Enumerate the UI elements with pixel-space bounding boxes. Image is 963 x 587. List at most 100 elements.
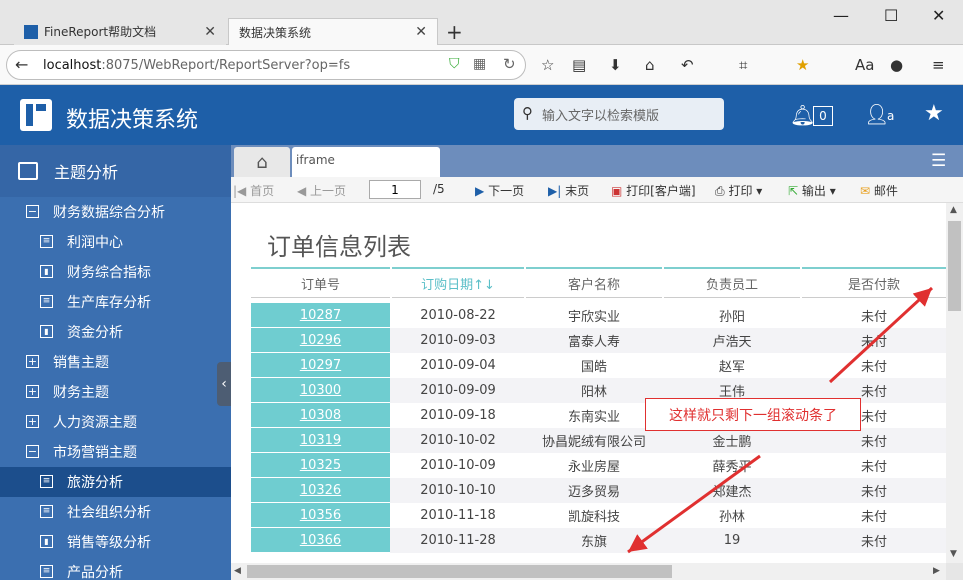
mail-button[interactable]: ✉ 邮件 xyxy=(860,182,898,199)
close-tab-icon[interactable]: ✕ xyxy=(415,24,427,40)
sidebar-item[interactable]: + 人力资源主题 xyxy=(0,407,231,437)
col-header-order-date[interactable]: 订购日期↑↓ xyxy=(392,267,524,298)
print-client-button[interactable]: ▣ 打印[客户端] xyxy=(611,182,696,199)
finereport-logo-icon xyxy=(20,99,52,131)
scroll-left-arrow-icon[interactable]: ◀ xyxy=(234,566,241,576)
order-id-link[interactable]: 10287 xyxy=(251,303,390,328)
qr-code-icon[interactable]: ▦ xyxy=(473,56,486,72)
order-date-cell: 2010-08-22 xyxy=(420,308,496,323)
expand-plus-icon: + xyxy=(26,385,39,398)
sidebar-item[interactable]: ▮ 资金分析 xyxy=(0,317,231,347)
reload-icon[interactable]: ↻ xyxy=(503,55,516,73)
horizontal-scroll-thumb[interactable] xyxy=(247,565,672,578)
prev-page-button[interactable]: ◀ 上一页 xyxy=(297,182,346,199)
close-window-button[interactable]: ✕ xyxy=(932,6,945,25)
mail-icon: ✉ xyxy=(860,184,871,198)
home-tab[interactable]: ⌂ xyxy=(234,147,290,177)
sidebar-item-label: 销售主题 xyxy=(53,355,109,371)
browser-tab-help[interactable]: FineReport帮助文档 ✕ xyxy=(14,18,226,45)
template-search-input[interactable]: ⚲ 输入文字以检索模版 xyxy=(514,98,724,130)
order-id-link[interactable]: 10356 xyxy=(251,503,390,528)
sidebar-item-label: 财务主题 xyxy=(53,385,109,401)
first-page-label: 首页 xyxy=(250,184,275,198)
sidebar-item[interactable]: + 财务主题 xyxy=(0,377,231,407)
sidebar-item[interactable]: ≡ 旅游分析 xyxy=(0,467,231,497)
sidebar-item[interactable]: ≡ 社会组织分析 xyxy=(0,497,231,527)
maximize-button[interactable]: ☐ xyxy=(884,6,898,25)
table-row: 10356 2010-11-18 凯旋科技 孙林 未付 xyxy=(251,503,946,528)
crop-icon[interactable]: ⌗ xyxy=(739,56,747,74)
horizontal-scrollbar[interactable]: ◀ ▶ xyxy=(231,563,946,580)
next-page-button[interactable]: ▶ 下一页 xyxy=(475,182,524,199)
search-icon: ⚲ xyxy=(522,104,533,122)
minimize-button[interactable]: — xyxy=(833,6,849,25)
scroll-right-arrow-icon[interactable]: ▶ xyxy=(933,566,940,576)
scroll-down-arrow-icon[interactable]: ▼ xyxy=(950,549,957,559)
translate-icon[interactable]: Aa xyxy=(855,56,874,74)
sidebar-item[interactable]: ▮ 财务综合指标 xyxy=(0,257,231,287)
export-button[interactable]: ⇱ 输出 ▾ xyxy=(788,182,836,199)
sidebar-item-label: 财务综合指标 xyxy=(67,265,151,281)
menu-icon[interactable]: ≡ xyxy=(932,56,945,74)
order-id-link[interactable]: 10319 xyxy=(251,428,390,453)
sidebar-item[interactable]: ▮ 销售等级分析 xyxy=(0,527,231,557)
page-number-input[interactable] xyxy=(369,180,421,199)
sidebar-item[interactable]: − 市场营销主题 xyxy=(0,437,231,467)
order-id-link[interactable]: 10297 xyxy=(251,353,390,378)
sidebar-item[interactable]: ≡ 产品分析 xyxy=(0,557,231,587)
order-id-link[interactable]: 10325 xyxy=(251,453,390,478)
user-name[interactable]: a xyxy=(887,109,894,123)
favorite-star-icon[interactable]: ★ xyxy=(924,101,944,126)
user-icon[interactable]: 👤︎ xyxy=(864,102,889,126)
sidebar-item-label: 销售等级分析 xyxy=(67,535,151,551)
sidebar-item[interactable]: ≡ 生产库存分析 xyxy=(0,287,231,317)
home-icon[interactable]: ⌂ xyxy=(645,56,655,74)
close-tab-icon[interactable]: ✕ xyxy=(204,24,216,40)
employee-cell: 孙林 xyxy=(718,510,745,525)
vertical-scroll-thumb[interactable] xyxy=(948,221,961,311)
reader-icon[interactable]: ▤ xyxy=(572,56,586,74)
scroll-up-arrow-icon[interactable]: ▲ xyxy=(950,205,957,215)
sidebar-item[interactable]: ≡ 利润中心 xyxy=(0,227,231,257)
bell-icon[interactable]: 🔔︎ xyxy=(790,103,815,127)
report-list-icon xyxy=(18,162,38,180)
tab-title: 数据决策系统 xyxy=(239,25,312,40)
sidebar-item[interactable]: − 财务数据综合分析 xyxy=(0,197,231,227)
new-tab-icon[interactable]: + xyxy=(446,20,463,44)
order-id-link[interactable]: 10326 xyxy=(251,478,390,503)
report-icon: ≡ xyxy=(40,235,53,248)
table-row: 10326 2010-10-10 迈多贸易 郑建杰 未付 xyxy=(251,478,946,503)
order-id-link[interactable]: 10296 xyxy=(251,328,390,353)
favorites-icon[interactable]: ★ xyxy=(796,56,809,74)
shield-icon[interactable]: ⛉ xyxy=(449,56,460,72)
sidebar-item[interactable]: + 销售主题 xyxy=(0,347,231,377)
notification-count-badge[interactable]: 0 xyxy=(813,106,833,126)
order-id-link[interactable]: 10366 xyxy=(251,528,390,553)
print-button[interactable]: ⎙ 打印 ▾ xyxy=(715,182,762,199)
report-area: 订单信息列表 订单号 订购日期↑↓ 客户名称 负责员工 是否付款 10287 20… xyxy=(231,203,946,563)
tab-iframe[interactable]: iframe xyxy=(292,147,440,177)
undo-icon[interactable]: ↶ xyxy=(681,56,694,74)
hamburger-menu-icon[interactable]: ☰ xyxy=(931,151,946,171)
paid-status-cell: 未付 xyxy=(860,335,887,350)
employee-cell: 孙阳 xyxy=(718,310,745,325)
bookmark-star-icon[interactable]: ☆ xyxy=(541,56,554,74)
back-icon[interactable]: ← xyxy=(15,55,28,74)
collapse-sidebar-button[interactable]: ‹ xyxy=(217,362,231,406)
table-row: 10325 2010-10-09 永业房屋 薛秀平 未付 xyxy=(251,453,946,478)
app-title: 数据决策系统 xyxy=(66,108,199,133)
url-input[interactable]: ← localhost:8075/WebReport/ReportServer?… xyxy=(6,50,526,80)
download-icon[interactable]: ⬇ xyxy=(609,56,622,74)
order-id-link[interactable]: 10308 xyxy=(251,403,390,428)
last-page-button[interactable]: ▶| 末页 xyxy=(548,182,589,199)
tab-iframe-label: iframe xyxy=(296,153,335,167)
sidebar-item-label: 生产库存分析 xyxy=(67,295,151,311)
chat-icon[interactable]: ● xyxy=(890,56,903,74)
browser-tab-active[interactable]: 数据决策系统 ✕ xyxy=(228,18,438,45)
report-toolbar: |◀ 首页 ◀ 上一页 /5 ▶ 下一页 ▶| 末页 ▣ 打印[客户端] ⎙ 打… xyxy=(231,177,963,203)
sidebar-header[interactable]: 主题分析 xyxy=(0,145,231,197)
export-icon: ⇱ xyxy=(788,184,799,198)
order-id-link[interactable]: 10300 xyxy=(251,378,390,403)
first-page-button[interactable]: |◀ 首页 xyxy=(233,182,274,199)
vertical-scrollbar[interactable]: ▲ ▼ xyxy=(946,203,963,563)
